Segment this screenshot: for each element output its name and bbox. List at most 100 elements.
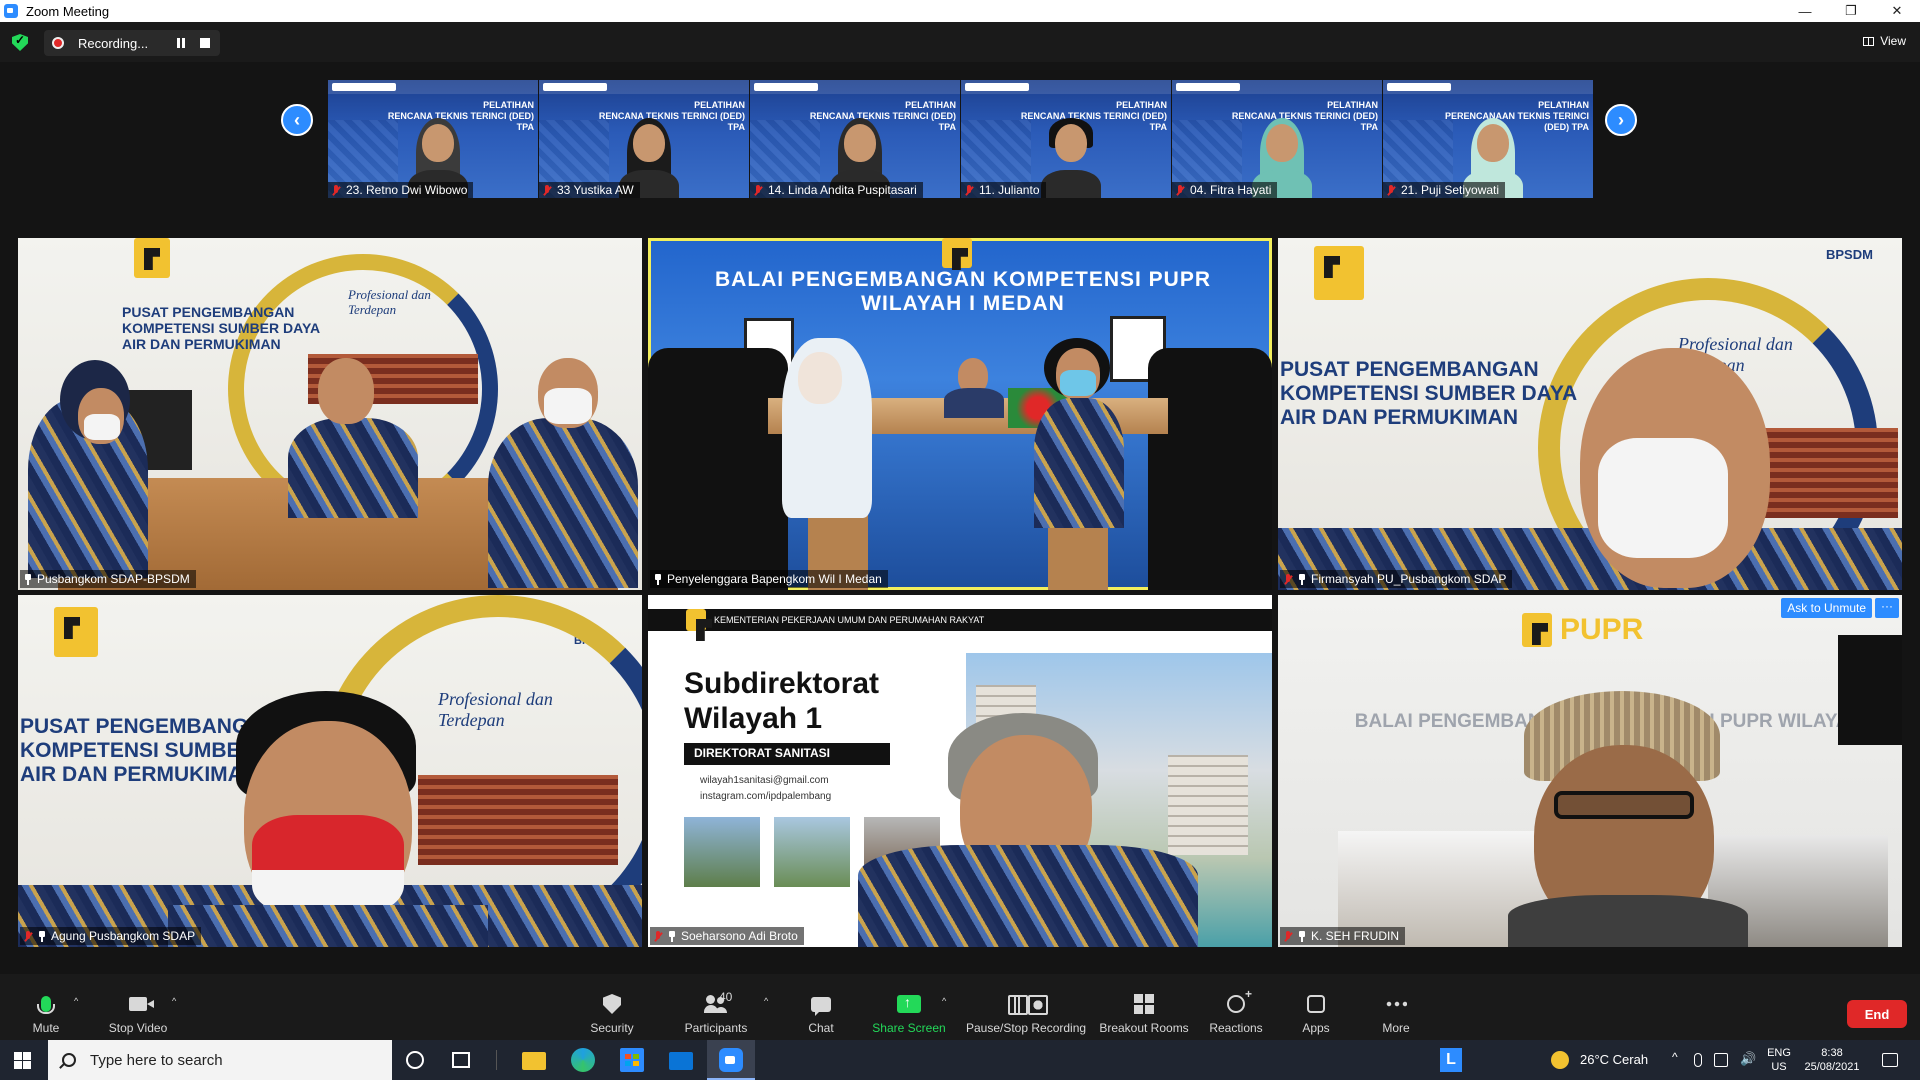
apps-button[interactable]: Apps <box>1298 974 1334 1040</box>
tile-slogan: Profesional dan Terdepan <box>438 689 553 730</box>
participant-name-tag: Firmansyah PU_Pusbangkom SDAP <box>1280 570 1513 588</box>
participant-name: 21. Puji Setiyowati <box>1401 183 1500 197</box>
pu-logo-icon <box>1314 246 1364 300</box>
notifications-icon[interactable] <box>1882 1053 1898 1067</box>
encryption-shield-icon[interactable] <box>12 34 28 51</box>
video-options-caret-icon[interactable]: ^ <box>172 996 176 1006</box>
more-button[interactable]: More <box>1378 974 1414 1040</box>
pin-icon <box>24 573 32 585</box>
next-page-button[interactable]: › <box>1605 104 1637 136</box>
mic-muted-icon <box>754 184 762 196</box>
view-label: View <box>1880 34 1906 48</box>
view-button[interactable]: View <box>1863 34 1906 48</box>
pin-icon <box>654 573 662 585</box>
taskbar-search-box[interactable]: Type here to search <box>48 1040 392 1080</box>
stop-recording-icon[interactable] <box>200 38 210 48</box>
thumbnail-tile[interactable]: PELATIHAN RENCANA TEKNIS TERINCI (DED) TP… <box>1172 80 1382 198</box>
video-tile[interactable]: PUPR BALAI PENGEMBANGAN KOMPETENSI PUPR … <box>1278 595 1902 947</box>
video-tile[interactable]: BPSDM PUSAT PENGEMBANGAN KOMPETENSI SUMB… <box>1278 238 1902 590</box>
microsoft-store-icon[interactable] <box>620 1048 644 1072</box>
meeting-top-bar: Recording... View <box>0 22 1920 62</box>
pause-stop-recording-button[interactable]: Pause/Stop Recording <box>966 974 1086 1040</box>
stop-video-label: Stop Video <box>108 1021 168 1035</box>
participant-name-tag: Penyelenggara Bapengkom Wil I Medan <box>650 570 888 588</box>
input-language-indicator[interactable]: ENG US <box>1766 1046 1792 1074</box>
thumbnail-tile[interactable]: PELATIHAN RENCANA TEKNIS TERINCI (DED) TP… <box>961 80 1171 198</box>
end-meeting-button[interactable]: End <box>1847 1000 1907 1028</box>
mic-muted-icon <box>1284 930 1292 942</box>
thumbnail-tile[interactable]: PELATIHAN PERENCANAAN TEKNIS TERINCI (DED… <box>1383 80 1593 198</box>
tile-banner: PUSAT PENGEMBANGAN KOMPETENSI SUMBER DAY… <box>122 304 320 353</box>
video-tile-active-speaker[interactable]: BALAI PENGEMBANGAN KOMPETENSI PUPR WILAY… <box>648 238 1272 590</box>
pu-logo-icon <box>686 609 706 631</box>
participant-name: Pusbangkom SDAP-BPSDM <box>37 572 190 586</box>
thumb-kicker: PELATIHAN <box>905 100 956 110</box>
clock[interactable]: 8:38 25/08/2021 <box>1798 1046 1866 1074</box>
zoom-app-icon <box>4 4 18 18</box>
reactions-button[interactable]: Reactions <box>1206 974 1266 1040</box>
participants-button[interactable]: 40 Participants <box>680 974 752 1040</box>
ask-to-unmute-button[interactable]: Ask to Unmute <box>1781 598 1872 618</box>
edge-browser-icon[interactable] <box>571 1048 595 1072</box>
chat-button[interactable]: Chat <box>800 974 842 1040</box>
share-screen-button[interactable]: Share Screen <box>872 974 946 1040</box>
breakout-rooms-icon <box>1134 994 1154 1014</box>
tile-title: Subdirektorat Wilayah 1 <box>684 667 880 735</box>
previous-page-button[interactable]: ‹ <box>281 104 313 136</box>
show-hidden-icons-chevron-icon[interactable]: ^ <box>1672 1050 1678 1064</box>
windows-start-icon[interactable] <box>14 1052 31 1069</box>
microphone-tray-icon[interactable] <box>1694 1053 1702 1067</box>
video-tile[interactable]: KEMENTERIAN PEKERJAAN UMUM DAN PERUMAHAN… <box>648 595 1272 947</box>
mute-button[interactable]: Mute <box>24 974 68 1040</box>
chevron-left-icon: ‹ <box>294 109 300 130</box>
thumbnail-tile[interactable]: PELATIHAN RENCANA TEKNIS TERINCI (DED) TP… <box>750 80 960 198</box>
task-view-icon[interactable] <box>452 1052 470 1068</box>
security-button[interactable]: Security <box>584 974 640 1040</box>
share-screen-icon <box>897 994 921 1013</box>
reactions-label: Reactions <box>1209 1021 1263 1035</box>
pu-logo-icon <box>942 238 972 268</box>
participant-thumbnail-strip: ‹ PELATIHAN RENCANA TEKNIS TERINCI (DED) … <box>0 62 1920 202</box>
tile-brand: BPSDM <box>1826 247 1873 262</box>
video-tile[interactable]: BPSDM PUSAT PENGEMBANGAN KOMPETENSI SUMB… <box>18 595 642 947</box>
participant-name: Firmansyah PU_Pusbangkom SDAP <box>1311 572 1507 586</box>
minimize-button[interactable]: — <box>1782 0 1828 22</box>
l-app-icon[interactable]: L <box>1440 1048 1462 1072</box>
participant-count: 40 <box>719 990 733 1004</box>
cortana-icon[interactable] <box>406 1051 424 1069</box>
restore-button[interactable]: ❐ <box>1828 0 1874 22</box>
stop-video-button[interactable]: Stop Video <box>106 974 170 1040</box>
participants-options-caret-icon[interactable]: ^ <box>764 996 768 1006</box>
thumb-kicker: PELATIHAN <box>1327 100 1378 110</box>
tile-banner: PUSAT PENGEMBANGAN KOMPETENSI SUMBER DAY… <box>1280 358 1577 430</box>
weather-sun-icon[interactable] <box>1551 1051 1569 1069</box>
more-dots-icon <box>1385 1001 1407 1007</box>
logo-icon <box>543 83 607 91</box>
participant-name-tag: 33 Yustika AW <box>539 182 640 198</box>
pin-icon <box>38 930 46 942</box>
mail-icon[interactable] <box>669 1052 693 1070</box>
volume-icon[interactable]: 🔊 <box>1740 1051 1756 1067</box>
video-tile[interactable]: PUSAT PENGEMBANGAN KOMPETENSI SUMBER DAY… <box>18 238 642 590</box>
file-explorer-icon[interactable] <box>522 1052 546 1070</box>
mic-muted-icon <box>654 930 662 942</box>
weather-text[interactable]: 26°C Cerah <box>1580 1052 1648 1067</box>
network-icon[interactable] <box>1714 1053 1728 1067</box>
share-options-caret-icon[interactable]: ^ <box>942 996 946 1006</box>
audio-options-caret-icon[interactable]: ^ <box>74 996 78 1006</box>
grid-view-icon <box>1863 36 1875 46</box>
breakout-rooms-button[interactable]: Breakout Rooms <box>1098 974 1190 1040</box>
participant-name: K. SEH FRUDIN <box>1311 929 1400 943</box>
thumbnail-tile[interactable]: PELATIHAN RENCANA TEKNIS TERINCI (DED) TP… <box>539 80 749 198</box>
recording-label: Recording... <box>78 35 149 51</box>
security-label: Security <box>590 1021 634 1035</box>
participant-name-tag: Soeharsono Adi Broto <box>650 927 804 945</box>
tile-more-options-button[interactable]: ··· <box>1875 598 1899 618</box>
mic-muted-icon <box>543 184 551 196</box>
close-button[interactable]: ✕ <box>1874 0 1920 22</box>
participant-name: Soeharsono Adi Broto <box>681 929 798 943</box>
taskbar-zoom-app[interactable] <box>707 1040 755 1080</box>
thumbnail-tile[interactable]: PELATIHAN RENCANA TEKNIS TERINCI (DED) TP… <box>328 80 538 198</box>
pause-recording-icon[interactable] <box>174 36 188 50</box>
clock-time: 8:38 <box>1821 1047 1843 1059</box>
